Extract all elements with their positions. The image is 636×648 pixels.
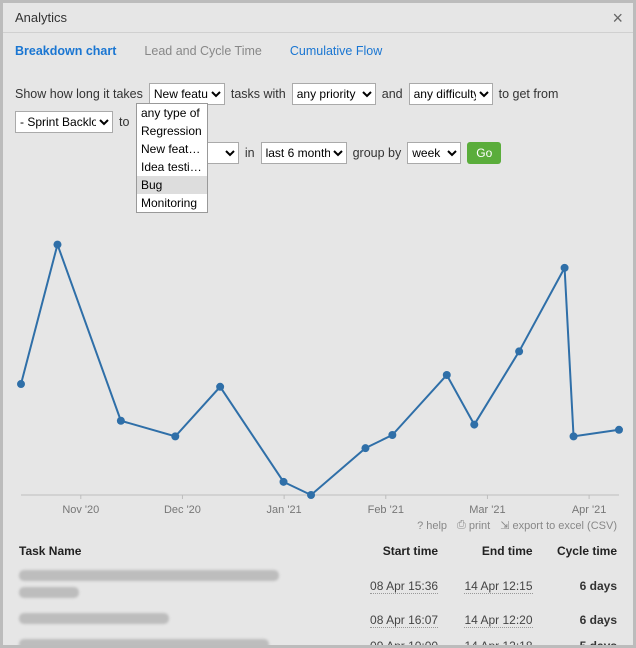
svg-text:Dec '20: Dec '20	[164, 504, 201, 516]
task-name-cell	[15, 633, 348, 645]
type-option-regression[interactable]: Regression	[137, 122, 207, 140]
filter-text-1: Show how long it takes	[15, 87, 143, 101]
th-task: Task Name	[15, 538, 348, 564]
type-option-ideatesting[interactable]: Idea testing	[137, 158, 207, 176]
task-name-cell	[15, 607, 348, 633]
cycle-cell: 5 days	[537, 633, 621, 645]
start-time-cell: 09 Apr 10:00	[348, 633, 442, 645]
th-end: End time	[442, 538, 536, 564]
type-select-options: any type of Regression New feature Idea …	[136, 103, 208, 213]
type-option-bug[interactable]: Bug	[137, 176, 207, 194]
filter-row-1: Show how long it takes New feature tasks…	[15, 83, 621, 133]
chart-toolbar: ? help ⎙ print ⇲ export to excel (CSV)	[15, 517, 621, 538]
export-link[interactable]: ⇲ export to excel (CSV)	[500, 519, 617, 532]
go-button[interactable]: Go	[467, 142, 501, 164]
type-option-any[interactable]: any type of	[137, 104, 207, 122]
filter-text-7: group by	[353, 146, 402, 160]
filter-text-3: and	[382, 87, 403, 101]
cycle-cell: 6 days	[537, 607, 621, 633]
type-select[interactable]: New feature	[149, 83, 225, 105]
help-link[interactable]: ? help	[417, 519, 447, 532]
tabs: Breakdown chart Lead and Cycle Time Cumu…	[3, 33, 633, 69]
svg-text:Mar '21: Mar '21	[469, 504, 505, 516]
table-row[interactable]: 08 Apr 16:07 14 Apr 12:20 6 days	[15, 607, 621, 633]
end-time-cell: 14 Apr 12:20	[442, 607, 536, 633]
cycle-cell: 6 days	[537, 564, 621, 607]
from-stage-select[interactable]: - Sprint Backlog	[15, 111, 113, 133]
type-option-monitoring[interactable]: Monitoring	[137, 194, 207, 212]
svg-text:Nov '20: Nov '20	[62, 504, 99, 516]
priority-select[interactable]: any priority	[292, 83, 376, 105]
close-icon[interactable]: ×	[612, 3, 623, 33]
dialog-body: Show how long it takes New feature tasks…	[3, 69, 633, 645]
svg-text:Feb '21: Feb '21	[368, 504, 404, 516]
tab-lead-cycle-time[interactable]: Lead and Cycle Time	[144, 44, 261, 58]
difficulty-select[interactable]: any difficulty	[409, 83, 493, 105]
line-chart: Nov '20 Dec '20 Jan '21 Feb '21 Mar '21 Apr '…	[15, 215, 625, 517]
tab-breakdown-chart[interactable]: Breakdown chart	[15, 44, 116, 58]
chart-container: Nov '20 Dec '20 Jan '21 Feb '21 Mar '21 Apr '…	[15, 215, 621, 517]
dialog-title: Analytics	[15, 10, 67, 25]
results-table: Task Name Start time End time Cycle time…	[15, 538, 621, 645]
start-time-cell: 08 Apr 15:36	[348, 564, 442, 607]
svg-text:Apr '21: Apr '21	[572, 504, 607, 516]
end-time-cell: 14 Apr 12:15	[442, 564, 536, 607]
filter-text-6: in	[245, 146, 255, 160]
table-row[interactable]: 09 Apr 10:00 14 Apr 12:18 5 days	[15, 633, 621, 645]
print-link[interactable]: ⎙ print	[457, 519, 490, 532]
filter-row-2: Show how long it takes in last 6 months …	[15, 139, 621, 167]
period-select[interactable]: last 6 months	[261, 142, 347, 164]
table-row[interactable]: 08 Apr 15:36 14 Apr 12:15 6 days	[15, 564, 621, 607]
svg-text:Jan '21: Jan '21	[267, 504, 302, 516]
filter-text-2: tasks with	[231, 87, 286, 101]
th-start: Start time	[348, 538, 442, 564]
th-cycle: Cycle time	[537, 538, 621, 564]
filter-text-5: to	[119, 115, 129, 129]
start-time-cell: 08 Apr 16:07	[348, 607, 442, 633]
filter-text-4: to get from	[499, 87, 559, 101]
groupby-select[interactable]: week	[407, 142, 461, 164]
dialog-header: Analytics ×	[3, 3, 633, 33]
type-option-newfeature[interactable]: New feature	[137, 140, 207, 158]
tab-cumulative-flow[interactable]: Cumulative Flow	[290, 44, 382, 58]
task-name-cell	[15, 564, 348, 607]
end-time-cell: 14 Apr 12:18	[442, 633, 536, 645]
